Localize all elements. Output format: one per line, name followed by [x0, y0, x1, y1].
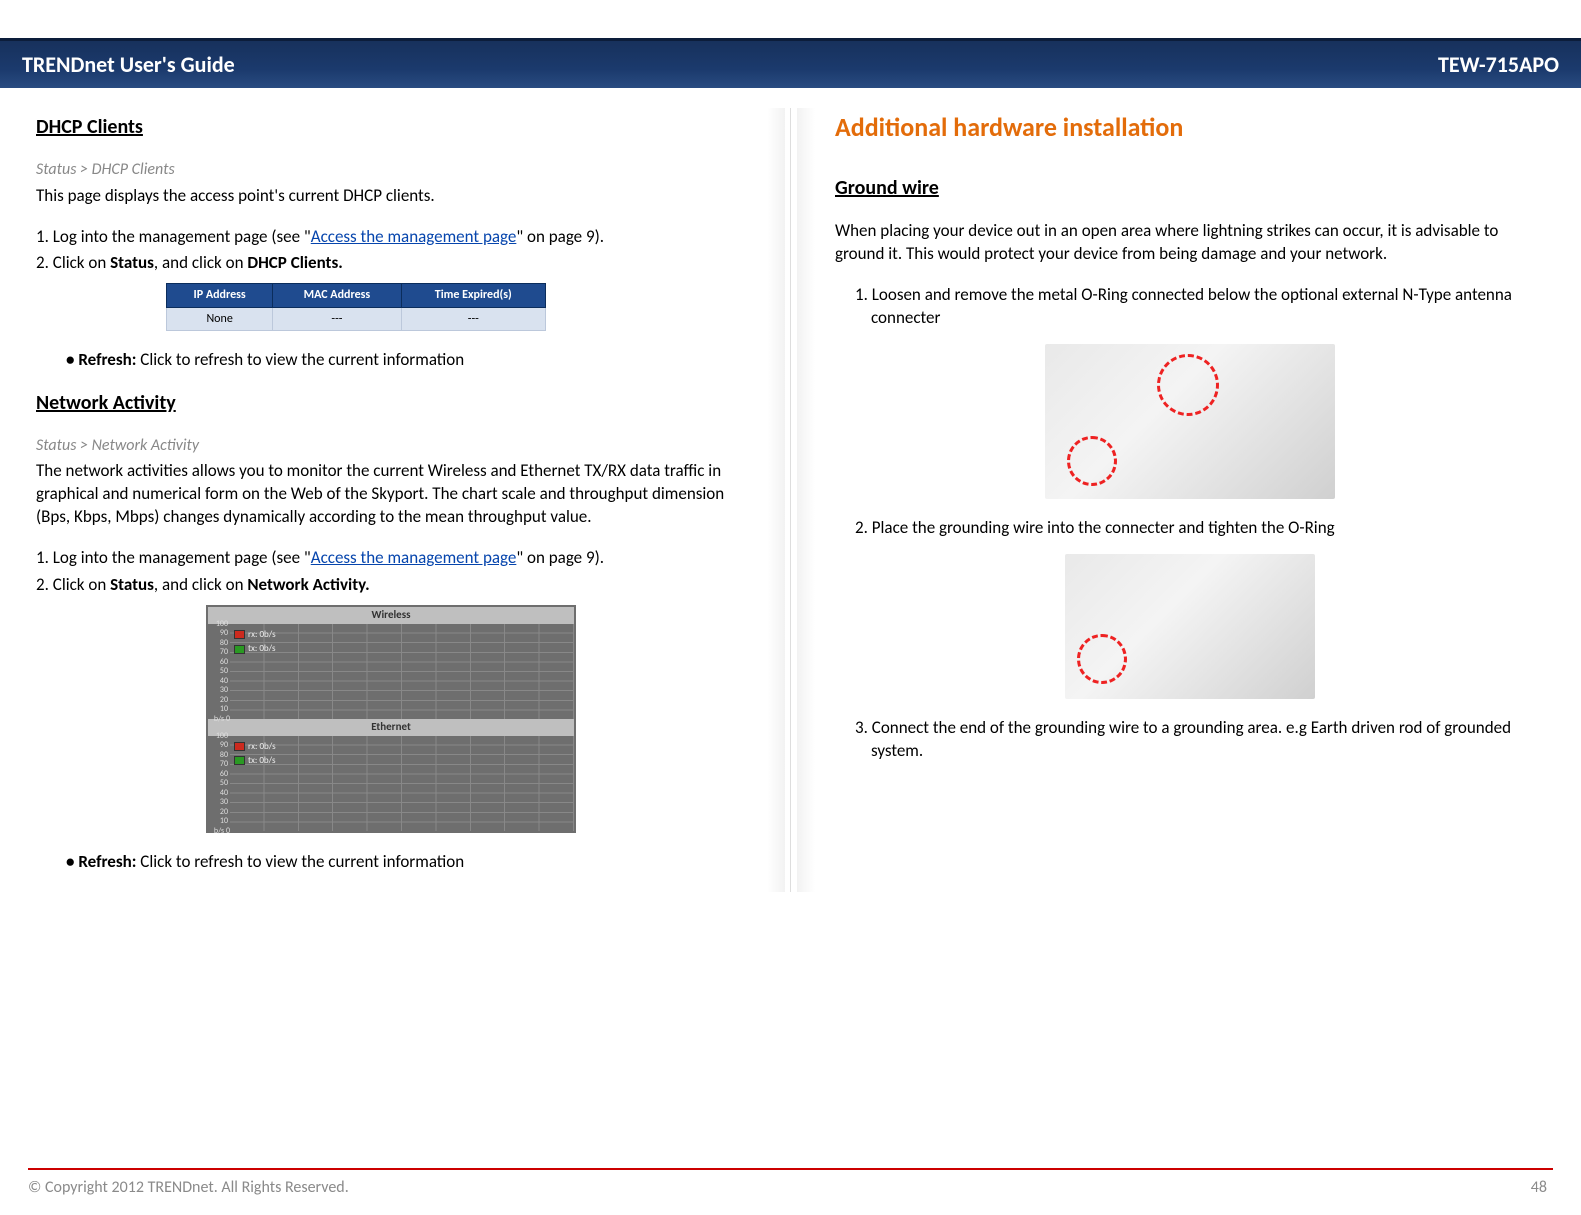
- network-step-1: 1. Log into the management page (see "Ac…: [36, 547, 746, 570]
- legend-rx-text: rx: 0b/s: [248, 741, 276, 753]
- y-tick: 40: [220, 789, 228, 797]
- dhcp-td-ip: None: [167, 307, 273, 330]
- network-access-management-link[interactable]: Access the management page: [311, 547, 517, 568]
- footer-page-number: 48: [1531, 1178, 1547, 1197]
- right-column: Additional hardware installation Ground …: [827, 108, 1553, 892]
- y-tick: 40: [220, 677, 228, 685]
- chart-title-ethernet: Ethernet: [208, 719, 574, 736]
- legend-tx-text: tx: 0b/s: [248, 755, 275, 767]
- additional-hardware-heading: Additional hardware installation: [835, 110, 1545, 145]
- dhcp-th-time: Time Expired(s): [401, 284, 545, 307]
- y-tick: 50: [220, 779, 228, 787]
- wireless-y-axis: 100 90 80 70 60 50 40 30 20 10 b/s 0: [208, 624, 230, 719]
- network-activity-heading: Network Activity: [36, 390, 746, 417]
- dhcp-step2-b2: DHCP Clients.: [247, 252, 342, 273]
- legend-rx-icon: [234, 630, 245, 639]
- y-tick: 30: [220, 686, 228, 694]
- wireless-legend: rx: 0b/s tx: 0b/s: [234, 629, 276, 657]
- y-tick: 50: [220, 667, 228, 675]
- network-step1-pre: 1. Log into the management page (see ": [36, 547, 311, 568]
- network-refresh-label: Refresh:: [78, 851, 136, 872]
- y-tick: 100: [216, 732, 228, 740]
- ethernet-chart-body: 100 90 80 70 60 50 40 30 20 10 b/s 0 rx:…: [230, 736, 574, 831]
- network-step2-mid: , and click on: [154, 574, 247, 595]
- dhcp-step-2: 2. Click on Status, and click on DHCP Cl…: [36, 252, 746, 275]
- y-tick: 20: [220, 696, 228, 704]
- dhcp-td-mac: ---: [273, 307, 401, 330]
- y-tick: 10: [220, 817, 228, 825]
- ground-wire-intro: When placing your device out in an open …: [835, 220, 1545, 266]
- dhcp-clients-heading: DHCP Clients: [36, 114, 746, 141]
- dhcp-refresh-note: Refresh: Click to refresh to view the cu…: [66, 349, 746, 372]
- legend-tx-icon: [234, 756, 245, 765]
- y-tick: 80: [220, 751, 228, 759]
- dhcp-step2-pre: 2. Click on: [36, 252, 110, 273]
- dhcp-clients-table: IP Address MAC Address Time Expired(s) N…: [166, 283, 546, 330]
- dhcp-th-ip: IP Address: [167, 284, 273, 307]
- y-tick: 70: [220, 760, 228, 768]
- y-unit: b/s 0: [214, 827, 230, 835]
- document-header: TRENDnet User's Guide TEW-715APO: [0, 38, 1581, 88]
- dhcp-step1-post: " on page 9).: [516, 226, 604, 247]
- network-step1-post: " on page 9).: [516, 547, 604, 568]
- legend-rx-icon: [234, 742, 245, 751]
- legend-rx-text: rx: 0b/s: [248, 629, 276, 641]
- chart-title-wireless: Wireless: [208, 607, 574, 624]
- wireless-chart-body: 100 90 80 70 60 50 40 30 20 10 b/s 0 rx:…: [230, 624, 574, 719]
- header-title-left: TRENDnet User's Guide: [22, 51, 235, 78]
- ground-step-3: 3. Connect the end of the grounding wire…: [855, 717, 1545, 763]
- dhcp-refresh-label: Refresh:: [78, 349, 136, 370]
- y-tick: 10: [220, 705, 228, 713]
- dhcp-step2-mid: , and click on: [154, 252, 247, 273]
- network-refresh-note: Refresh: Click to refresh to view the cu…: [66, 851, 746, 874]
- ground-wire-heading: Ground wire: [835, 175, 1545, 202]
- dhcp-step1-pre: 1. Log into the management page (see ": [36, 226, 311, 247]
- hardware-image-ground-wire: [1065, 554, 1315, 699]
- page-footer: © Copyright 2012 TRENDnet. All Rights Re…: [28, 1168, 1553, 1197]
- ground-step-1: 1. Loosen and remove the metal O-Ring co…: [855, 284, 1545, 330]
- left-column: DHCP Clients Status > DHCP Clients This …: [28, 108, 754, 892]
- network-refresh-text: Click to refresh to view the current inf…: [136, 851, 464, 872]
- y-tick: 90: [220, 741, 228, 749]
- legend-tx-text: tx: 0b/s: [248, 643, 275, 655]
- y-tick: 100: [216, 620, 228, 628]
- y-tick: 80: [220, 639, 228, 647]
- dhcp-step-1: 1. Log into the management page (see "Ac…: [36, 226, 746, 249]
- dhcp-th-mac: MAC Address: [273, 284, 401, 307]
- ethernet-legend: rx: 0b/s tx: 0b/s: [234, 741, 276, 769]
- y-tick: 60: [220, 770, 228, 778]
- network-step-2: 2. Click on Status, and click on Network…: [36, 574, 746, 597]
- hardware-image-oring: [1045, 344, 1335, 499]
- y-tick: 30: [220, 798, 228, 806]
- y-unit: b/s 0: [214, 715, 230, 723]
- y-tick: 60: [220, 658, 228, 666]
- y-tick: 20: [220, 808, 228, 816]
- footer-copyright: © Copyright 2012 TRENDnet. All Rights Re…: [28, 1178, 349, 1197]
- dhcp-td-time: ---: [401, 307, 545, 330]
- network-intro: The network activities allows you to mon…: [36, 460, 746, 529]
- network-breadcrumb: Status > Network Activity: [36, 435, 746, 457]
- network-step2-pre: 2. Click on: [36, 574, 110, 595]
- dhcp-breadcrumb: Status > DHCP Clients: [36, 159, 746, 181]
- ethernet-y-axis: 100 90 80 70 60 50 40 30 20 10 b/s 0: [208, 736, 230, 831]
- header-model-right: TEW-715APO: [1438, 51, 1559, 78]
- network-step2-b2: Network Activity.: [247, 574, 369, 595]
- legend-tx-icon: [234, 645, 245, 654]
- dhcp-step2-b1: Status: [110, 252, 154, 273]
- dhcp-refresh-text: Click to refresh to view the current inf…: [136, 349, 464, 370]
- y-tick: 70: [220, 648, 228, 656]
- y-tick: 90: [220, 629, 228, 637]
- network-step2-b1: Status: [110, 574, 154, 595]
- dhcp-intro: This page displays the access point's cu…: [36, 185, 746, 208]
- network-activity-chart: Wireless 100 90 80 70 60 50 40 30 20 10 …: [206, 605, 576, 833]
- dhcp-access-management-link[interactable]: Access the management page: [311, 226, 517, 247]
- ground-step-2: 2. Place the grounding wire into the con…: [855, 517, 1545, 540]
